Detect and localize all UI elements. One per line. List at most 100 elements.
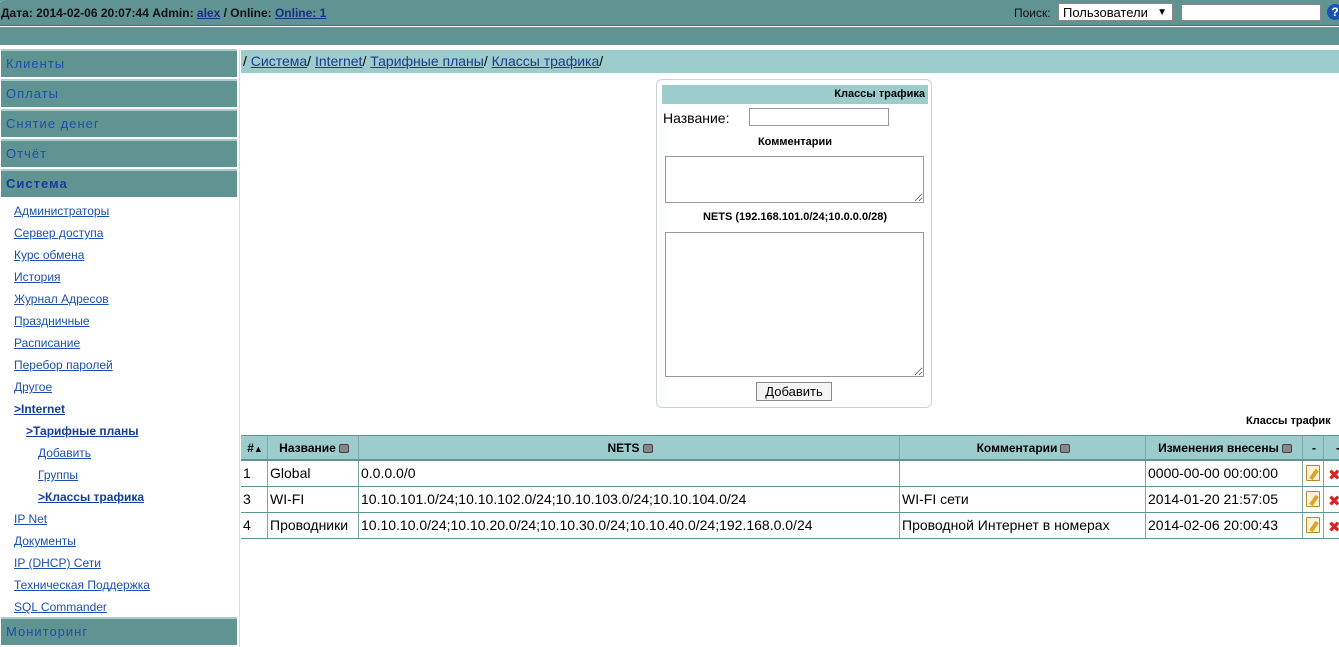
sort-icon — [1281, 444, 1292, 454]
form-title: Классы трафика — [662, 85, 928, 104]
sidebar-item-history[interactable]: История — [14, 270, 61, 284]
row-edit-cell — [1303, 461, 1324, 486]
online-label: / Online: — [223, 6, 272, 20]
search-type-select[interactable]: Пользователи ▼ — [1058, 3, 1173, 21]
row-name: Global — [268, 461, 359, 486]
delete-icon[interactable]: ✖ — [1328, 489, 1339, 512]
sidebar-item-password-bruteforce[interactable]: Перебор паролей — [14, 358, 113, 372]
col-header-delete: - — [1324, 436, 1339, 459]
sidebar-item-groups[interactable]: Группы — [38, 468, 78, 482]
help-icon[interactable]: ? — [1327, 4, 1339, 20]
breadcrumb-internet[interactable]: Internet — [315, 53, 362, 69]
add-button[interactable]: Добавить — [756, 382, 832, 401]
col-header-id[interactable]: #▲ — [241, 436, 268, 459]
date-label: Дата: — [1, 6, 33, 20]
sidebar: Клиенты Оплаты Снятие денег Отчёт Систем… — [0, 49, 240, 647]
sidebar-item-tariff-plans[interactable]: >Тарифные планы — [26, 424, 138, 438]
header-subbar — [0, 27, 1339, 45]
breadcrumb-separator: / — [307, 53, 312, 69]
breadcrumb-separator: / — [483, 53, 488, 69]
row-name: WI-FI — [268, 487, 359, 512]
table-header: #▲ Название NETS Комментарии Изменения в… — [241, 436, 1339, 461]
row-changed: 0000-00-00 00:00:00 — [1146, 461, 1303, 486]
comments-textarea[interactable] — [665, 156, 924, 203]
nets-label: NETS (192.168.101.0/24;10.0.0.0/28) — [702, 211, 888, 223]
row-edit-cell — [1303, 487, 1324, 512]
row-nets: 0.0.0.0/0 — [359, 461, 900, 486]
table-row: 3 WI-FI 10.10.101.0/24;10.10.102.0/24;10… — [241, 487, 1339, 513]
breadcrumb-traffic-classes[interactable]: Классы трафика — [492, 53, 600, 69]
row-name: Проводники — [268, 513, 359, 538]
sidebar-item-documents[interactable]: Документы — [14, 534, 76, 548]
col-header-changed[interactable]: Изменения внесены — [1146, 436, 1303, 459]
delete-icon[interactable]: ✖ — [1328, 463, 1339, 486]
row-id: 4 — [241, 513, 268, 538]
sidebar-item-other[interactable]: Другое — [14, 380, 52, 394]
name-label: Название: — [663, 110, 730, 126]
comments-label: Комментарии — [757, 136, 833, 148]
dropdown-arrow-icon: ▼ — [1157, 7, 1167, 18]
date-value: 2014-02-06 20:07:44 — [36, 6, 149, 20]
col-header-comments[interactable]: Комментарии — [900, 436, 1146, 459]
row-delete-cell: ✖ — [1324, 513, 1339, 538]
sidebar-item-tech-support[interactable]: Техническая Поддержка — [14, 578, 150, 592]
traffic-classes-table: #▲ Название NETS Комментарии Изменения в… — [241, 435, 1339, 539]
sidebar-section-payments[interactable]: Оплаты — [1, 79, 237, 107]
sidebar-item-dhcp-networks[interactable]: IP (DHCP) Сети — [14, 556, 101, 570]
sidebar-section-system[interactable]: Система — [1, 169, 237, 197]
session-info: Дата: 2014-02-06 20:07:44 Admin: alex / … — [1, 6, 326, 20]
row-changed: 2014-01-20 21:57:05 — [1146, 487, 1303, 512]
breadcrumb-separator: / — [362, 53, 367, 69]
sidebar-item-exchange-rate[interactable]: Курс обмена — [14, 248, 84, 262]
breadcrumb: / Система/ Internet/ Тарифные планы/ Кла… — [241, 50, 1339, 73]
sort-icon — [642, 444, 653, 454]
row-nets: 10.10.10.0/24;10.10.20.0/24;10.10.30.0/2… — [359, 513, 900, 538]
row-delete-cell: ✖ — [1324, 461, 1339, 486]
edit-icon[interactable] — [1306, 465, 1320, 481]
sidebar-item-ip-net[interactable]: IP Net — [14, 512, 47, 526]
edit-icon[interactable] — [1306, 491, 1320, 507]
sort-icon — [338, 444, 349, 454]
col-header-edit: - — [1303, 436, 1324, 459]
breadcrumb-separator: / — [243, 53, 247, 69]
nets-textarea[interactable] — [665, 232, 924, 377]
traffic-class-form: Классы трафика Название: Комментарии NET… — [656, 79, 932, 408]
sidebar-item-internet[interactable]: >Internet — [14, 402, 65, 416]
breadcrumb-tariff-plans[interactable]: Тарифные планы — [370, 53, 484, 69]
sidebar-section-clients[interactable]: Клиенты — [1, 49, 237, 77]
sidebar-section-monitoring[interactable]: Мониторинг — [1, 617, 237, 645]
sidebar-item-sql-commander[interactable]: SQL Commander — [14, 600, 107, 614]
row-edit-cell — [1303, 513, 1324, 538]
sidebar-item-holidays[interactable]: Праздничные — [14, 314, 90, 328]
search-input[interactable] — [1181, 4, 1321, 21]
breadcrumb-separator: / — [599, 53, 604, 69]
sidebar-item-add[interactable]: Добавить — [38, 446, 91, 460]
sort-asc-icon: ▲ — [253, 443, 263, 454]
top-header: Дата: 2014-02-06 20:07:44 Admin: alex / … — [0, 0, 1339, 40]
admin-link[interactable]: alex — [197, 6, 220, 20]
edit-icon[interactable] — [1306, 517, 1320, 533]
row-comment: Проводной Интернет в номерах — [900, 513, 1146, 538]
col-header-name[interactable]: Название — [268, 436, 359, 459]
row-id: 1 — [241, 461, 268, 486]
sidebar-item-address-log[interactable]: Журнал Адресов — [14, 292, 109, 306]
name-input[interactable] — [749, 108, 889, 126]
sidebar-item-schedule[interactable]: Расписание — [14, 336, 80, 350]
breadcrumb-system[interactable]: Система — [251, 53, 307, 69]
sidebar-item-administrators[interactable]: Администраторы — [14, 204, 109, 218]
row-changed: 2014-02-06 20:00:43 — [1146, 513, 1303, 538]
sidebar-item-traffic-classes[interactable]: >Классы трафика — [38, 490, 144, 504]
sidebar-section-report[interactable]: Отчёт — [1, 139, 237, 167]
delete-icon[interactable]: ✖ — [1328, 515, 1339, 538]
search-type-value: Пользователи — [1063, 5, 1148, 20]
row-id: 3 — [241, 487, 268, 512]
row-comment: WI-FI сети — [900, 487, 1146, 512]
row-nets: 10.10.101.0/24;10.10.102.0/24;10.10.103.… — [359, 487, 900, 512]
table-row: 1 Global 0.0.0.0/0 0000-00-00 00:00:00 ✖ — [241, 461, 1339, 487]
table-caption: Классы трафик — [1246, 415, 1331, 427]
sidebar-item-access-server[interactable]: Сервер доступа — [14, 226, 103, 240]
table-row: 4 Проводники 10.10.10.0/24;10.10.20.0/24… — [241, 513, 1339, 539]
col-header-nets[interactable]: NETS — [359, 436, 900, 459]
online-link[interactable]: Online: 1 — [275, 6, 326, 20]
sidebar-section-withdrawals[interactable]: Снятие денег — [1, 109, 237, 137]
